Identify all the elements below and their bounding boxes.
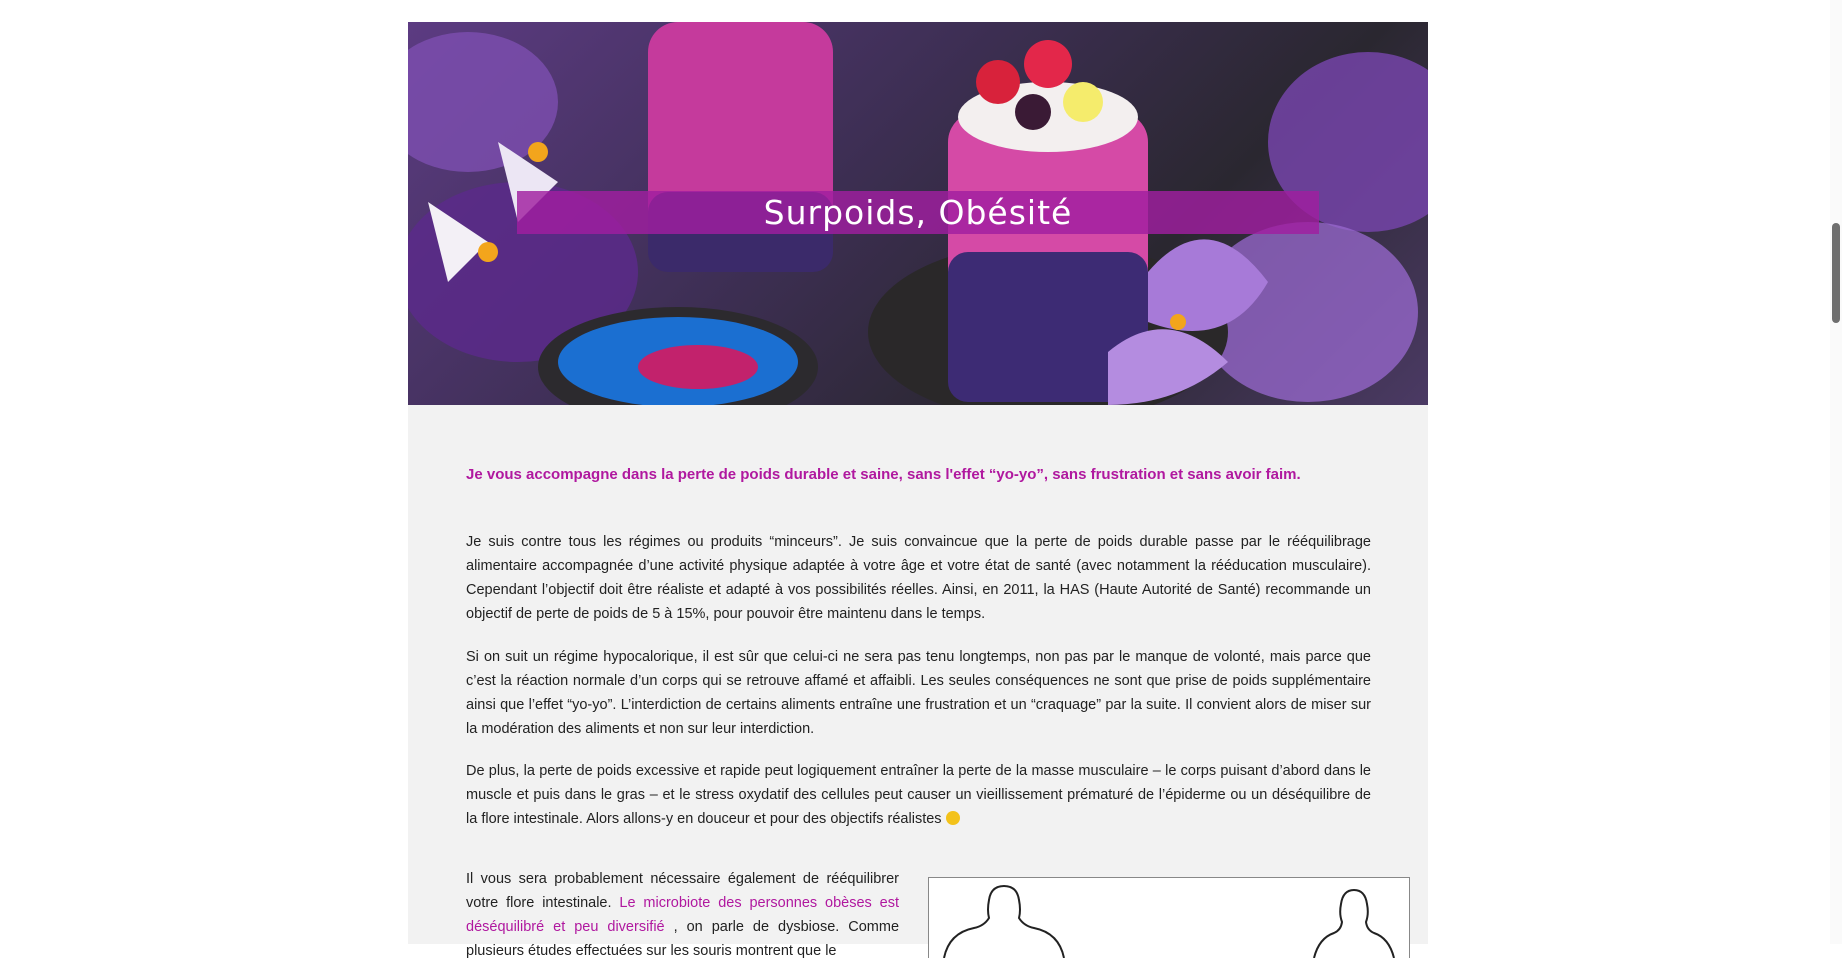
- hero-banner: Surpoids, Obésité: [408, 22, 1428, 405]
- lead-text: Je vous accompagne dans la perte de poid…: [466, 466, 1301, 483]
- title-band: Surpoids, Obésité: [517, 191, 1319, 234]
- paragraph-1: Je suis contre tous les régimes ou produ…: [466, 534, 1371, 622]
- page-scrollbar[interactable]: [1830, 0, 1842, 944]
- paragraph-2: Si on suit un régime hypocalorique, il e…: [466, 649, 1371, 737]
- page-title: Surpoids, Obésité: [763, 193, 1073, 232]
- paragraph-4: Il vous sera probablement nécessaire éga…: [466, 867, 899, 963]
- scrollbar-thumb[interactable]: [1832, 223, 1840, 323]
- body-silhouette-illustration: [943, 884, 1395, 958]
- paragraph-3: De plus, la perte de poids excessive et …: [466, 759, 1371, 831]
- body-silhouette-figure: [928, 877, 1410, 958]
- winking-face-icon: [945, 811, 960, 825]
- page-content: Surpoids, Obésité Je vous accompagne dan…: [408, 22, 1428, 959]
- paragraph-3-text: De plus, la perte de poids excessive et …: [466, 763, 1371, 827]
